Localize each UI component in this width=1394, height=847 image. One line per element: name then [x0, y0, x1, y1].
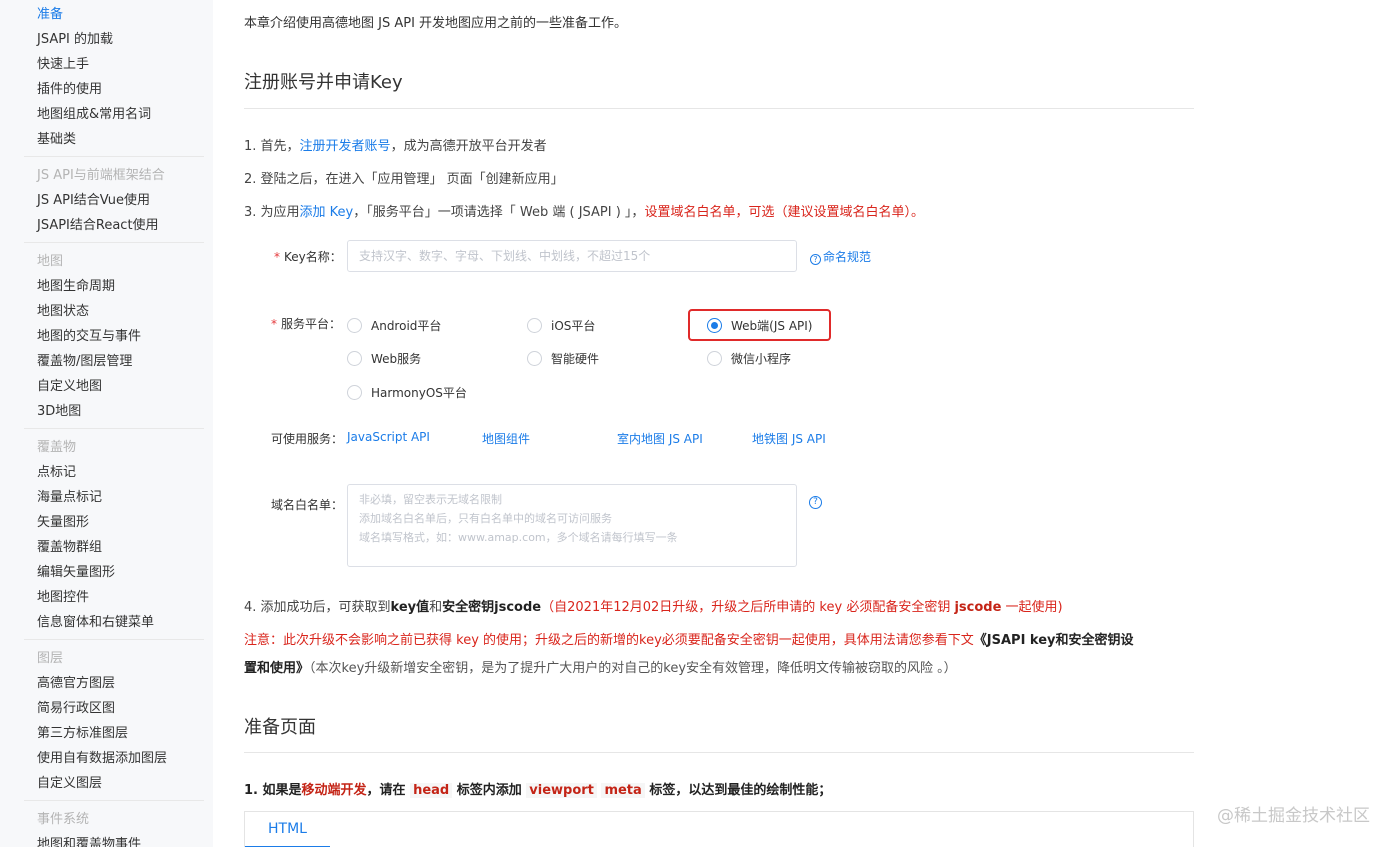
- register-developer-link[interactable]: 注册开发者账号: [300, 139, 391, 154]
- sidebar-item[interactable]: 地图组成&常用名词: [24, 102, 204, 127]
- code-tabs: HTML: [244, 811, 1194, 847]
- radio-web-service[interactable]: Web服务: [347, 350, 421, 367]
- sidebar-item[interactable]: 矢量图形: [24, 510, 204, 535]
- section-title-register: 注册账号并申请Key: [244, 72, 403, 93]
- prep-step-1: 1. 如果是移动端开发，请在 head 标签内添加 viewport meta …: [244, 783, 832, 798]
- sidebar-item[interactable]: 点标记: [24, 460, 204, 485]
- sidebar-group-title: JS API与前端框架结合: [37, 168, 165, 183]
- sidebar-nav: 准备 JSAPI 的加载 快速上手 插件的使用 地图组成&常用名词 基础类 JS API与前…: [24, 0, 204, 847]
- step-1: 1. 首先，注册开发者账号，成为高德开放平台开发者: [244, 139, 547, 154]
- tab-html[interactable]: HTML: [245, 812, 330, 847]
- sidebar-item[interactable]: 覆盖物/图层管理: [24, 349, 204, 374]
- sidebar-item[interactable]: JSAPI 的加载: [24, 27, 204, 52]
- radio-circle-icon: [527, 351, 542, 366]
- add-key-link[interactable]: 添加 Key: [300, 205, 354, 220]
- sidebar-item[interactable]: 使用自有数据添加图层: [24, 746, 204, 771]
- sidebar-item[interactable]: 插件的使用: [24, 77, 204, 102]
- section-title-prepare: 准备页面: [244, 717, 316, 738]
- sidebar-item[interactable]: 海量点标记: [24, 485, 204, 510]
- sidebar-item[interactable]: 地图状态: [24, 299, 204, 324]
- help-icon: ?: [810, 254, 821, 265]
- sidebar-group: 准备 JSAPI 的加载 快速上手 插件的使用 地图组成&常用名词 基础类: [24, 2, 204, 157]
- service-indoor-map[interactable]: 室内地图 JS API: [617, 430, 703, 447]
- intro-text: 本章介绍使用高德地图 JS API 开发地图应用之前的一些准备工作。: [244, 16, 628, 31]
- sidebar-item[interactable]: 信息窗体和右键菜单: [24, 610, 204, 635]
- sidebar-item[interactable]: JS API结合Vue使用: [24, 188, 204, 213]
- sidebar-group: 地图地图生命周期 地图状态 地图的交互与事件 覆盖物/图层管理 自定义地图 3D地图: [24, 249, 204, 429]
- domain-whitelist-label: 域名白名单：: [271, 498, 344, 512]
- service-subway-map[interactable]: 地铁图 JS API: [752, 430, 826, 447]
- divider: [244, 752, 1194, 753]
- sidebar-item[interactable]: 地图和覆盖物事件: [24, 832, 204, 847]
- service-javascript-api[interactable]: JavaScript API: [347, 430, 430, 444]
- step-4: 4. 添加成功后，可获取到key值和安全密钥jscode（自2021年12月02…: [244, 600, 1063, 615]
- sidebar-item[interactable]: 自定义图层: [24, 771, 204, 796]
- highlight-box: [688, 309, 831, 341]
- sidebar-item[interactable]: 地图的交互与事件: [24, 324, 204, 349]
- sidebar-item[interactable]: 地图生命周期: [24, 274, 204, 299]
- radio-ios[interactable]: iOS平台: [527, 317, 595, 334]
- sidebar-item[interactable]: 基础类: [24, 127, 204, 152]
- sidebar-group-title: 事件系统: [37, 812, 90, 827]
- sidebar-group-title: 覆盖物: [37, 440, 77, 455]
- watermark: @稀土掘金技术社区: [1217, 806, 1370, 826]
- radio-circle-icon: [347, 318, 362, 333]
- sidebar-group: JS API与前端框架结合 JS API结合Vue使用 JSAPI结合React使用: [24, 163, 204, 243]
- notice-line-2: 置和使用》（本次key升级新增安全密钥，是为了提升广大用户的对自己的key安全有…: [244, 661, 957, 676]
- sidebar-item[interactable]: 快速上手: [24, 52, 204, 77]
- divider: [244, 108, 1194, 109]
- sidebar-item[interactable]: 覆盖物群组: [24, 535, 204, 560]
- step-2: 2. 登陆之后，在进入「应用管理」 页面「创建新应用」: [244, 172, 564, 187]
- sidebar-item[interactable]: 准备: [24, 2, 204, 27]
- sidebar-group: 图层高德官方图层 简易行政区图 第三方标准图层 使用自有数据添加图层 自定义图层: [24, 646, 204, 801]
- radio-smart-hardware[interactable]: 智能硬件: [527, 350, 599, 367]
- question-icon[interactable]: ?: [809, 496, 822, 509]
- step-3: 3. 为应用添加 Key，「服务平台」一项请选择「 Web 端 ( JSAPI …: [244, 205, 924, 220]
- sidebar-group-title: 图层: [37, 651, 64, 666]
- sidebar-group-title: 地图: [37, 254, 64, 269]
- sidebar-item[interactable]: 自定义地图: [24, 374, 204, 399]
- radio-circle-icon: [707, 351, 722, 366]
- sidebar-group: 覆盖物点标记 海量点标记 矢量图形 覆盖物群组 编辑矢量图形 地图控件 信息窗体和右键菜单: [24, 435, 204, 640]
- platform-label: * 服务平台：: [271, 317, 342, 331]
- key-name-input[interactable]: [347, 240, 797, 272]
- notice-line-1: 注意：此次升级不会影响之前已获得 key 的使用；升级之后的新增的key必须要配…: [244, 633, 1134, 648]
- radio-circle-icon: [527, 318, 542, 333]
- sidebar-item[interactable]: 高德官方图层: [24, 671, 204, 696]
- radio-circle-icon: [347, 351, 362, 366]
- sidebar-group: 事件系统地图和覆盖物事件: [24, 807, 204, 847]
- radio-android[interactable]: Android平台: [347, 317, 441, 334]
- sidebar-item[interactable]: 地图控件: [24, 585, 204, 610]
- key-name-label: * Key名称：: [274, 250, 342, 264]
- sidebar-item[interactable]: 简易行政区图: [24, 696, 204, 721]
- sidebar-item[interactable]: 3D地图: [24, 399, 204, 424]
- service-map-component[interactable]: 地图组件: [482, 430, 530, 447]
- naming-rule-link[interactable]: ? 命名规范: [810, 248, 871, 265]
- radio-harmonyos[interactable]: HarmonyOS平台: [347, 384, 467, 401]
- domain-whitelist-textarea[interactable]: [347, 484, 797, 567]
- sidebar: 准备 JSAPI 的加载 快速上手 插件的使用 地图组成&常用名词 基础类 JS API与前…: [0, 0, 213, 847]
- radio-circle-icon: [347, 385, 362, 400]
- sidebar-item[interactable]: JSAPI结合React使用: [24, 213, 204, 238]
- services-label: 可使用服务：: [271, 432, 344, 446]
- radio-wechat-miniprogram[interactable]: 微信小程序: [707, 350, 791, 367]
- sidebar-item[interactable]: 编辑矢量图形: [24, 560, 204, 585]
- sidebar-item[interactable]: 第三方标准图层: [24, 721, 204, 746]
